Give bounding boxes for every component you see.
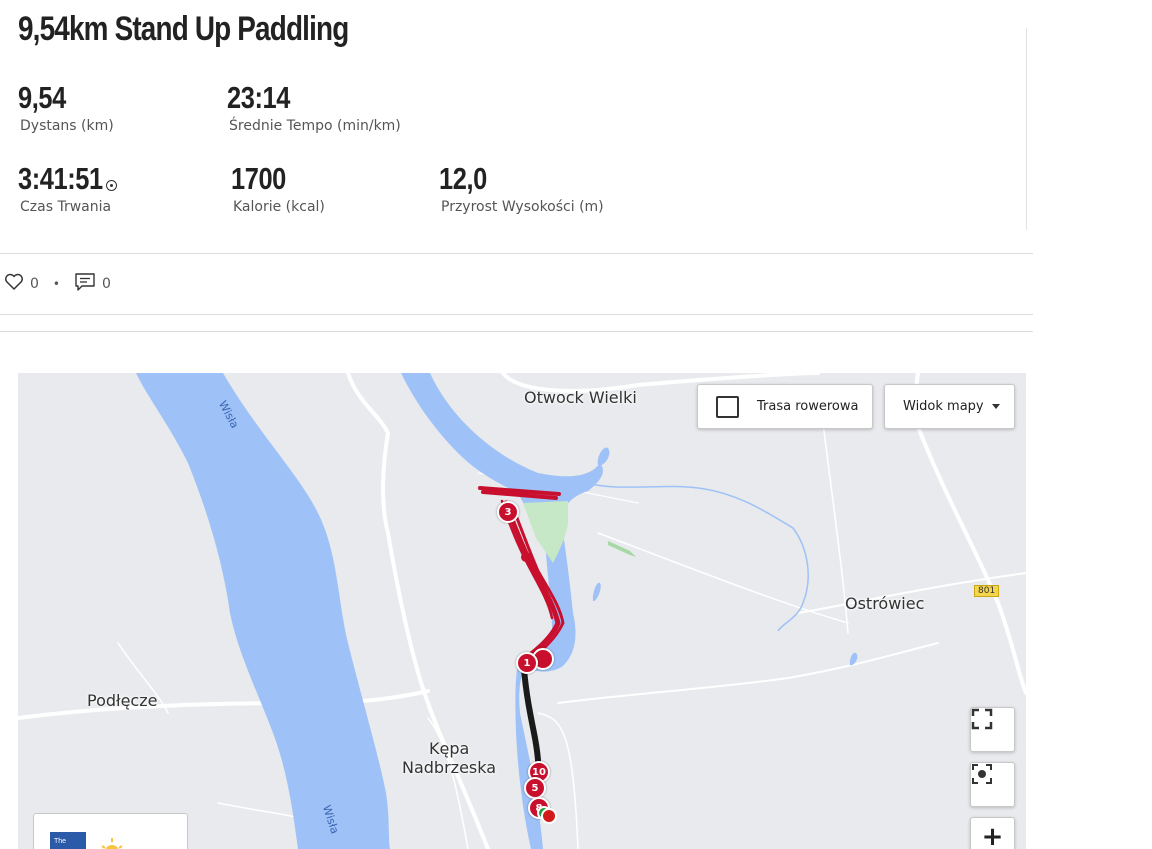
divider <box>0 331 1033 332</box>
fullscreen-icon <box>971 708 993 730</box>
stat-pace: 23:14 Średnie Tempo (min/km) <box>227 80 401 134</box>
duration-info-icon[interactable] <box>106 180 117 191</box>
divider <box>0 253 1033 254</box>
comments-count: 0 <box>102 276 111 292</box>
vertical-divider <box>1026 28 1027 230</box>
bike-route-checkbox[interactable] <box>716 395 739 418</box>
stat-duration-label: Czas Trwania <box>20 199 112 215</box>
focus-icon <box>972 764 992 784</box>
social-bar: 0 • 0 <box>4 272 111 296</box>
stat-distance: 9,54 Dystans (km) <box>18 80 114 134</box>
road-number-badge: 801 <box>974 585 1000 597</box>
place-label-kepa: Kępa <box>429 739 470 758</box>
stat-duration-value: 3:41:51 <box>18 161 103 196</box>
lap-marker[interactable]: 5 <box>524 777 546 799</box>
stat-elevation: 12,0 Przyrost Wysokości (m) <box>439 161 604 215</box>
weather-logo: The <box>50 832 86 849</box>
map-view-dropdown[interactable]: Widok mapy <box>884 384 1015 429</box>
stat-calories-label: Kalorie (kcal) <box>233 199 325 215</box>
stat-pace-label: Średnie Tempo (min/km) <box>229 118 401 134</box>
stat-calories-value: 1700 <box>231 161 286 196</box>
place-label-ostrowiec: Ostrówiec <box>845 594 925 613</box>
place-label-otwock: Otwock Wielki <box>524 388 637 407</box>
bike-route-label: Trasa rowerowa <box>757 399 859 414</box>
activity-title: 9,54km Stand Up Paddling <box>18 10 349 48</box>
chevron-down-icon <box>992 404 1000 409</box>
stat-distance-value: 9,54 <box>18 80 66 115</box>
sun-cloud-icon <box>101 838 123 849</box>
bike-route-toggle[interactable]: Trasa rowerowa <box>697 384 873 429</box>
route-map[interactable]: Otwock Wielki Ostrówiec Podłęcze Kępa Na… <box>18 373 1026 849</box>
divider <box>0 314 1033 315</box>
stat-elevation-label: Przyrost Wysokości (m) <box>441 199 604 215</box>
place-label-podlecze: Podłęcze <box>87 691 158 710</box>
likes-count: 0 <box>30 276 39 292</box>
separator-dot: • <box>52 277 60 291</box>
heart-icon[interactable] <box>4 273 24 295</box>
recenter-button[interactable] <box>970 762 1015 807</box>
zoom-in-button[interactable]: + <box>970 817 1015 849</box>
finish-marker[interactable] <box>541 808 557 824</box>
map-view-label: Widok mapy <box>903 399 984 414</box>
lap-marker[interactable]: 3 <box>497 501 519 523</box>
stat-elevation-value: 12,0 <box>439 161 487 196</box>
fullscreen-button[interactable] <box>970 707 1015 752</box>
place-label-nadbrzeska: Nadbrzeska <box>402 758 497 777</box>
stat-distance-label: Dystans (km) <box>20 118 114 134</box>
lap-marker[interactable]: 1 <box>516 652 538 674</box>
map-legend-box: The <box>33 813 188 849</box>
stat-pace-value: 23:14 <box>227 80 290 115</box>
stat-calories: 1700 Kalorie (kcal) <box>231 161 325 215</box>
comment-icon[interactable] <box>74 272 96 296</box>
